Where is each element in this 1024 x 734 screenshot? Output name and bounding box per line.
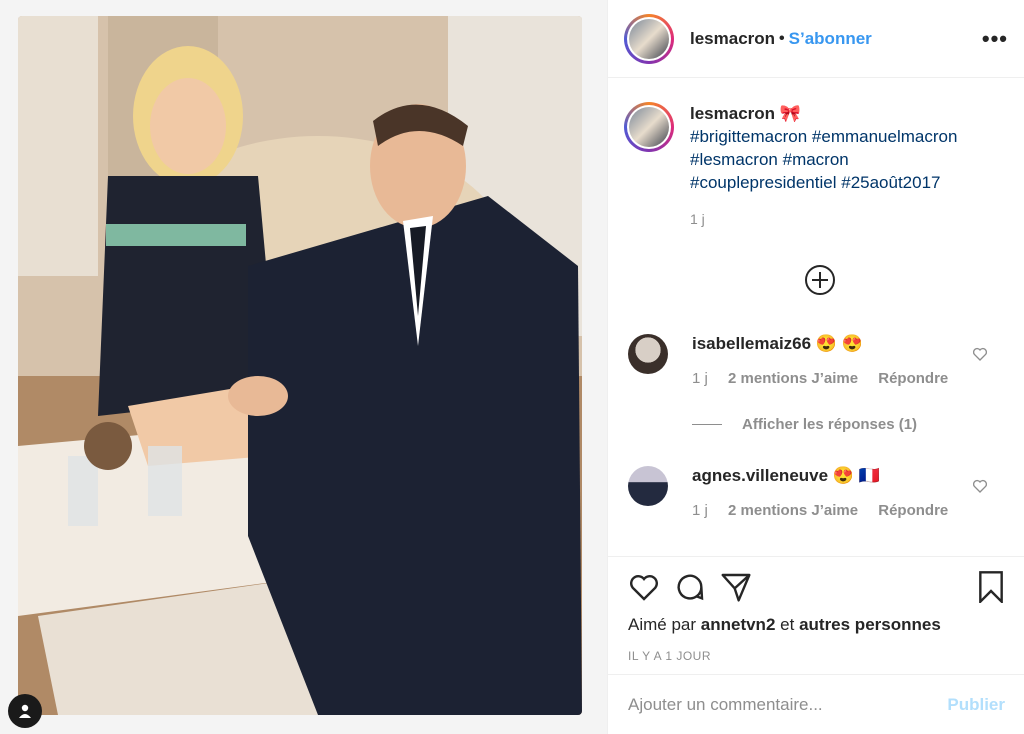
view-replies[interactable]: Afficher les réponses (1): [692, 416, 917, 433]
reply-button[interactable]: Répondre: [878, 370, 948, 387]
caption-time: 1 j: [690, 211, 705, 227]
author-avatar[interactable]: [624, 13, 674, 64]
hashtag-link[interactable]: #emmanuelmacron: [812, 127, 958, 146]
comment-likes[interactable]: 2 mentions J’aime: [728, 370, 858, 387]
comment-item: agnes.villeneuve 😍 🇫🇷 1 j 2 mentions J’a…: [628, 466, 1008, 519]
comment-item: isabellemaiz66 😍 😍 1 j 2 mentions J’aime…: [628, 334, 1008, 387]
commenter-username[interactable]: isabellemaiz66: [692, 334, 811, 353]
commenter-avatar[interactable]: [628, 466, 668, 506]
view-replies-label[interactable]: Afficher les réponses (1): [742, 416, 917, 433]
caption: lesmacron 🎀 #brigittemacron #emmanuelmac…: [624, 102, 990, 231]
reply-button[interactable]: Répondre: [878, 502, 948, 519]
separator-dot: •: [779, 29, 785, 47]
caption-avatar[interactable]: [624, 102, 674, 152]
hashtag-link[interactable]: #lesmacron: [690, 150, 778, 169]
comment-likes[interactable]: 2 mentions J’aime: [728, 502, 858, 519]
add-comment-bar: Publier: [608, 674, 1024, 734]
post-sidebar: lesmacron • S’abonner ••• lesmacron 🎀 #b…: [607, 0, 1024, 734]
likes-prefix: Aimé par: [628, 615, 697, 634]
photo-panel: [0, 0, 607, 734]
comment-time: 1 j: [692, 502, 708, 519]
caption-emoji: 🎀: [779, 104, 801, 123]
follow-button[interactable]: S’abonner: [789, 29, 872, 49]
heart-icon[interactable]: [972, 478, 988, 494]
hashtag-link[interactable]: #couplepresidentiel: [690, 173, 837, 192]
comment-bubble-icon[interactable]: [674, 571, 706, 603]
share-paper-plane-icon[interactable]: [720, 571, 752, 603]
heart-icon[interactable]: [972, 346, 988, 362]
hashtag-link[interactable]: #25août2017: [841, 173, 940, 192]
comment-text: 😍 😍: [815, 334, 863, 353]
likes-others-link[interactable]: autres personnes: [799, 615, 941, 634]
caption-username[interactable]: lesmacron: [690, 104, 775, 123]
comment-text: 😍 🇫🇷: [832, 466, 880, 485]
like-heart-icon[interactable]: [628, 571, 660, 603]
hashtag-link[interactable]: #brigittemacron: [690, 127, 807, 146]
liker-username[interactable]: annetvn2: [701, 615, 776, 634]
author-username[interactable]: lesmacron: [690, 29, 775, 49]
load-more-comments-icon[interactable]: [804, 264, 836, 296]
post-timestamp: IL Y A 1 JOUR: [628, 649, 711, 663]
likes-conj: et: [780, 615, 795, 634]
comment-time: 1 j: [692, 370, 708, 387]
more-options-icon[interactable]: •••: [982, 26, 1008, 52]
comments-section: lesmacron 🎀 #brigittemacron #emmanuelmac…: [608, 78, 1024, 556]
tagged-user-icon[interactable]: [8, 694, 42, 728]
post-actions: Aimé par annetvn2 et autres personnes IL…: [608, 556, 1024, 674]
photo-illustration: [18, 16, 582, 715]
comment-input[interactable]: [628, 694, 948, 715]
commenter-avatar[interactable]: [628, 334, 668, 374]
commenter-username[interactable]: agnes.villeneuve: [692, 466, 828, 485]
likes-summary: Aimé par annetvn2 et autres personnes: [628, 615, 1005, 635]
post-photo[interactable]: [18, 16, 582, 715]
publish-button[interactable]: Publier: [947, 695, 1005, 715]
hashtag-link[interactable]: #macron: [783, 150, 849, 169]
caption-hashtags: #brigittemacron #emmanuelmacron #lesmacr…: [690, 125, 990, 194]
bookmark-icon[interactable]: [977, 571, 1005, 603]
post-header: lesmacron • S’abonner •••: [608, 0, 1024, 78]
